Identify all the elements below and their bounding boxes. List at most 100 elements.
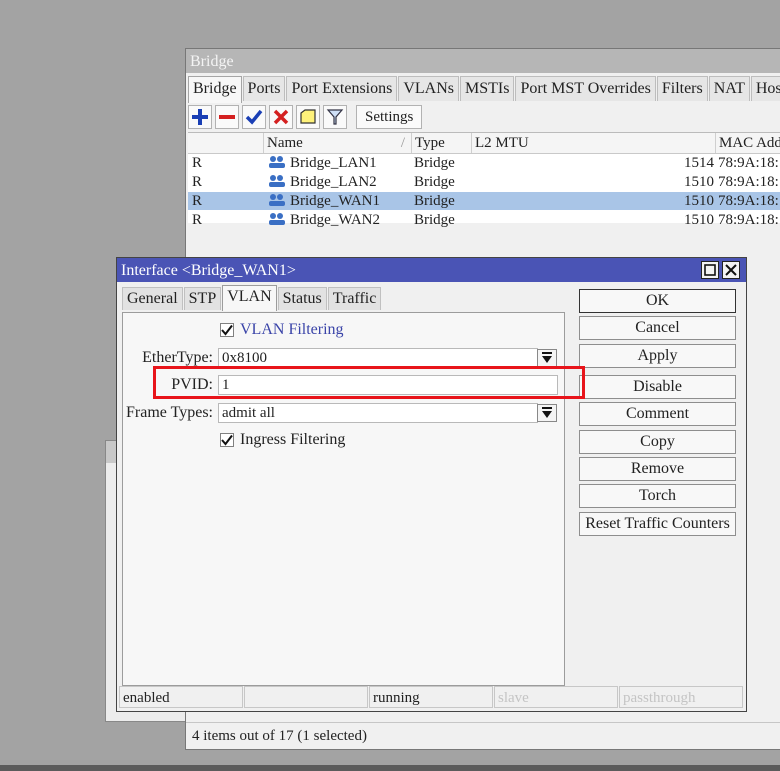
copy-button[interactable]: Copy: [579, 430, 736, 454]
ingress-filtering-label: Ingress Filtering: [240, 431, 346, 448]
tab-bridge[interactable]: Bridge: [188, 76, 242, 103]
plus-icon: [192, 109, 208, 125]
tab-general[interactable]: General: [122, 287, 183, 310]
remove-button[interactable]: [215, 105, 239, 129]
maximize-icon: [704, 264, 716, 276]
ok-button[interactable]: OK: [579, 289, 736, 313]
dialog-tabs: General STP VLAN Status Traffic: [122, 285, 382, 311]
bridge-window-title: Bridge: [186, 49, 780, 73]
status-enabled: enabled: [119, 686, 243, 708]
check-icon: [245, 109, 263, 125]
row-name: Bridge_LAN2: [290, 174, 377, 190]
desktop-bottom-strip: [0, 765, 780, 771]
maximize-button[interactable]: [701, 261, 719, 279]
close-icon: [725, 264, 737, 276]
apply-button[interactable]: Apply: [579, 344, 736, 368]
row-name: Bridge_WAN2: [290, 212, 380, 228]
row-type: Bridge: [414, 155, 455, 171]
frame-types-dropdown-button[interactable]: [537, 404, 557, 422]
filter-icon: [326, 109, 344, 125]
tab-mstis[interactable]: MSTIs: [460, 76, 515, 101]
row-flag: R: [192, 212, 203, 228]
tab-vlan[interactable]: VLAN: [222, 285, 277, 311]
row-name: Bridge_LAN1: [290, 155, 377, 171]
bridge-icon: [268, 211, 288, 229]
checkmark-icon: [221, 434, 233, 446]
bridge-tabs: Bridge Ports Port Extensions VLANs MSTIs…: [188, 76, 780, 103]
row-flag: R: [192, 174, 203, 190]
tab-ports[interactable]: Ports: [242, 76, 286, 101]
tab-filters[interactable]: Filters: [656, 76, 708, 101]
row-type: Bridge: [414, 212, 455, 228]
torch-button[interactable]: Torch: [579, 484, 736, 508]
interface-dialog: Interface <Bridge_WAN1> General STP VLAN…: [116, 257, 747, 712]
row-mac: 78:9A:18:: [718, 193, 779, 209]
enable-button[interactable]: [242, 105, 266, 129]
column-name[interactable]: Name /: [264, 133, 412, 153]
add-button[interactable]: [188, 105, 212, 129]
dropdown-arrow-icon: [542, 352, 552, 363]
close-button[interactable]: [722, 261, 740, 279]
column-l2mtu[interactable]: L2 MTU: [472, 133, 716, 153]
checkmark-icon: [221, 324, 233, 336]
bridge-icon: [268, 173, 288, 191]
table-row[interactable]: R Bridge_WAN2 Bridge 1510 78:9A:18:: [188, 211, 780, 229]
filter-button[interactable]: [323, 105, 347, 129]
remove-button[interactable]: Remove: [579, 457, 736, 481]
ethertype-dropdown-button[interactable]: [537, 349, 557, 367]
disable-button[interactable]: [269, 105, 293, 129]
tab-hosts[interactable]: Hosts: [750, 76, 780, 101]
status-slave: slave: [494, 686, 618, 708]
row-type: Bridge: [414, 193, 455, 209]
ethertype-field[interactable]: 0x8100: [218, 348, 538, 368]
table-row[interactable]: R Bridge_LAN2 Bridge 1510 78:9A:18:: [188, 173, 780, 191]
ingress-filtering-checkbox[interactable]: [220, 433, 234, 447]
ethertype-label: EtherType:: [142, 349, 213, 366]
tab-port-extensions[interactable]: Port Extensions: [286, 76, 398, 101]
bridge-table: Name / Type L2 MTU MAC Add R Bridge_LAN1 …: [188, 132, 780, 228]
row-mac: 78:9A:18:: [718, 155, 779, 171]
column-type[interactable]: Type: [412, 133, 472, 153]
sort-icon: /: [400, 135, 405, 151]
x-icon: [273, 109, 289, 125]
dialog-status-bar: enabled running slave passthrough: [119, 686, 744, 708]
tab-traffic[interactable]: Traffic: [327, 287, 382, 310]
dialog-title: Interface <Bridge_WAN1>: [117, 258, 746, 282]
table-row-selected[interactable]: R Bridge_WAN1 Bridge 1510 78:9A:18:: [188, 192, 780, 210]
tab-status[interactable]: Status: [277, 287, 327, 310]
bridge-icon: [268, 192, 288, 210]
table-row[interactable]: R Bridge_LAN1 Bridge 1514 78:9A:18:: [188, 154, 780, 172]
row-mac: 78:9A:18:: [718, 212, 779, 228]
comment-button[interactable]: Comment: [579, 402, 736, 426]
minus-icon: [219, 115, 235, 119]
comment-button[interactable]: [296, 105, 320, 129]
row-flag: R: [192, 155, 203, 171]
row-l2mtu: 1510: [684, 174, 714, 190]
row-mac: 78:9A:18:: [718, 174, 779, 190]
row-l2mtu: 1514: [684, 155, 714, 171]
tab-vlans[interactable]: VLANs: [398, 76, 460, 101]
row-flag: R: [192, 193, 203, 209]
disable-button[interactable]: Disable: [579, 375, 736, 399]
tab-stp[interactable]: STP: [183, 287, 222, 310]
bridge-toolbar: Settings: [188, 104, 423, 130]
column-name-label: Name: [267, 135, 303, 151]
pvid-highlight-box: [153, 366, 585, 399]
vlan-filtering-checkbox[interactable]: [220, 323, 234, 337]
frame-types-label: Frame Types:: [125, 404, 213, 421]
dropdown-arrow-icon: [542, 407, 552, 418]
settings-button[interactable]: Settings: [356, 105, 423, 129]
vlan-filtering-label: VLAN Filtering: [240, 321, 344, 338]
cancel-button[interactable]: Cancel: [579, 316, 736, 340]
bridge-status-text: 4 items out of 17 (1 selected): [192, 728, 367, 744]
status-empty: [244, 686, 368, 708]
bridge-icon: [268, 154, 288, 172]
frame-types-field[interactable]: admit all: [218, 403, 538, 423]
note-icon: [300, 109, 316, 124]
column-mac[interactable]: MAC Add: [716, 133, 780, 153]
tab-nat[interactable]: NAT: [708, 76, 750, 101]
reset-traffic-counters-button[interactable]: Reset Traffic Counters: [579, 512, 736, 536]
table-header: Name / Type L2 MTU MAC Add: [188, 133, 780, 154]
row-l2mtu: 1510: [684, 193, 714, 209]
tab-port-mst-overrides[interactable]: Port MST Overrides: [515, 76, 656, 101]
